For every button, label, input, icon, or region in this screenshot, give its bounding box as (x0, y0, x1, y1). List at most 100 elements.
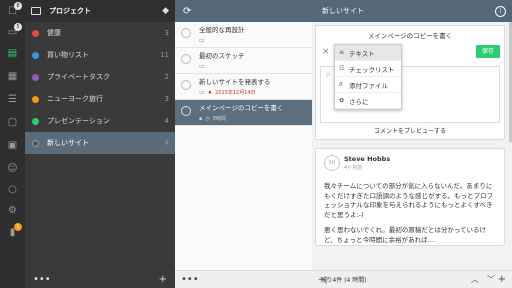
avatar: SH (324, 155, 340, 171)
task-list: ⟳ 全般的な再設計 ▭ 最初のスケッチ ▭ 新しいサイトを発表する ▭ ♦ 20… (175, 0, 312, 288)
task-toolbar: ⟳ (175, 0, 312, 22)
menu-item-text[interactable]: ≡ テキスト (335, 45, 401, 61)
project-item-health[interactable]: 健康 3 (25, 22, 175, 44)
attachment-icon: ∂ (339, 81, 343, 88)
task-row[interactable]: 新しいサイトを発表する ▭ ♦ 2015年12月14日 (175, 74, 312, 100)
notification-icon[interactable]: ▮ 1 (6, 223, 22, 239)
project-label: 新しいサイト (47, 139, 89, 147)
inbox-icon[interactable]: ☐ 8 (6, 2, 22, 18)
project-color-dot (32, 95, 39, 103)
project-count: 2 (164, 73, 169, 81)
detail-project-title: 新しいサイト (322, 7, 364, 15)
task-title: 最初のスケッチ (199, 52, 245, 60)
project-count: 4 (164, 139, 169, 147)
remaining-summary: 残り4件 (4 時間) (320, 277, 367, 284)
bottom-bar: ••• 残り4件 (4 時間) →| ︿ ﹀ + (175, 270, 512, 288)
folder-project-icon[interactable]: ▤ (6, 47, 19, 60)
task-checkbox[interactable] (181, 80, 191, 90)
project-item-private[interactable]: プライベートタスク 2 (25, 66, 175, 88)
checklist-icon: ☷ (339, 65, 345, 72)
task-title: メインページのコピーを書く (199, 104, 284, 112)
inbox-tray-icon[interactable]: ▭ 5 (6, 23, 22, 39)
project-item-presentation[interactable]: プレゼンテーション 4 (25, 110, 175, 132)
chevron-up-icon[interactable]: ︿ (471, 274, 479, 285)
comment-author: Steve Hobbs (344, 155, 391, 163)
icon-rail: ☐ 8 ▭ 5 ▤ ▦ ☰ ▢ ▣ ☺ ○ ⚙ ▮ 1 (0, 0, 25, 288)
list-icon[interactable]: ☰ (6, 93, 19, 106)
project-color-dot (32, 117, 39, 125)
project-count: 3 (164, 95, 169, 103)
project-list: プロジェクト ◆ 健康 3 買い物リスト 11 プライベートタスク 2 ニューヨ… (25, 0, 175, 288)
info-icon[interactable]: i (495, 5, 506, 17)
flame-icon: ♦ (207, 89, 213, 96)
people-icon[interactable]: ☺ (6, 162, 19, 175)
comment-paragraph: 我々チームについての部分が気に入らないんだ。あまりにもくだけすぎた口語調のような… (324, 182, 493, 219)
project-header-title: プロジェクト (49, 7, 91, 15)
menu-item-checklist[interactable]: ☷ チェックリスト (335, 61, 401, 77)
sync-icon[interactable]: ⟳ (183, 6, 191, 17)
project-color-dot (32, 139, 39, 147)
more-icon[interactable]: ••• (33, 274, 51, 285)
project-item-shopping[interactable]: 買い物リスト 11 (25, 44, 175, 66)
project-item-newyork[interactable]: ニューヨーク旅行 3 (25, 88, 175, 110)
project-label: 買い物リスト (47, 51, 89, 59)
project-footer: ••• + (25, 270, 175, 288)
search-icon[interactable]: ○ (6, 183, 19, 196)
chevron-down-icon[interactable]: ﹀ (487, 274, 495, 285)
comment-card: SH Steve Hobbs 4ヶ月前 我々チームについての部分が気に入らないん… (315, 148, 505, 246)
project-label: ニューヨーク旅行 (47, 95, 103, 103)
project-color-dot (32, 29, 39, 37)
task-row-selected[interactable]: メインページのコピーを書く ▪ ◷ 8時間 (175, 100, 312, 126)
project-header: プロジェクト ◆ (25, 0, 175, 22)
editor-text: テ (325, 72, 332, 79)
project-color-dot (32, 51, 39, 59)
comment-icon: ▭ (199, 63, 205, 70)
task-estimate: 8時間 (212, 116, 226, 122)
tray-badge: 5 (14, 23, 22, 31)
text-icon: ≡ (339, 49, 345, 56)
comment-icon: ▭ (199, 37, 205, 44)
task-row[interactable]: 全般的な再設計 ▭ (175, 22, 312, 48)
add-project-button[interactable]: + (159, 274, 167, 285)
task-due-date: 2015年12月14日 (215, 90, 256, 96)
project-count: 11 (160, 51, 169, 59)
project-label: プレゼンテーション (47, 117, 110, 125)
project-label: 健康 (47, 29, 61, 37)
menu-item-attachment[interactable]: ∂ 添付ファイル (335, 77, 401, 93)
preview-comment-link[interactable]: コメントをプレビューする (316, 126, 504, 135)
project-color-dot (32, 73, 39, 81)
menu-item-label: チェックリスト (349, 65, 395, 74)
task-title: 全般的な再設計 (199, 26, 245, 34)
task-checkbox[interactable] (181, 54, 191, 64)
menu-item-label: さらに (349, 97, 369, 106)
folder-icon (31, 7, 41, 15)
comment-body: 我々チームについての部分が気に入らないんだ。あまりにもくだけすぎた口語調のような… (324, 182, 498, 251)
close-icon[interactable]: × (322, 47, 330, 57)
menu-item-label: 添付ファイル (349, 81, 388, 90)
send-icon[interactable]: →| (318, 275, 327, 284)
task-row[interactable]: 最初のスケッチ ▭ (175, 48, 312, 74)
comment-paragraph: 悪く思わないでくれ。最初の原稿だとは分かっているけど、ちょっと今時間に余裕があれ… (324, 226, 487, 244)
task-title: 新しいサイトを発表する (199, 78, 271, 86)
insert-menu: ≡ テキスト ☷ チェックリスト ∂ 添付ファイル ✿ さらに (334, 44, 402, 110)
gear-icon[interactable]: ⚙ (6, 204, 19, 217)
chat-icon[interactable]: ▢ (6, 116, 19, 129)
task-checkbox[interactable] (181, 28, 191, 38)
calendar-icon[interactable]: ▦ (6, 70, 19, 83)
inbox-badge: 8 (14, 2, 22, 10)
project-count: 4 (164, 117, 169, 125)
composer-title: メインページのコピーを書く (367, 32, 453, 40)
comment-icon: ▪ (199, 115, 203, 122)
clock-icon: ◷ (205, 115, 210, 122)
comment-icon: ▭ (199, 89, 205, 96)
save-button[interactable]: 保存 (476, 45, 500, 58)
detail-header: 新しいサイト i (312, 0, 512, 22)
comment-time: 4ヶ月前 (344, 165, 363, 171)
briefcase-icon[interactable]: ▣ (6, 139, 19, 152)
notification-badge: 1 (14, 223, 22, 231)
project-item-newsite[interactable]: 新しいサイト 4 (25, 132, 175, 154)
menu-item-label: テキスト (349, 49, 375, 58)
task-checkbox[interactable] (181, 106, 191, 116)
tag-icon[interactable]: ◆ (162, 6, 169, 16)
menu-item-more[interactable]: ✿ さらに (335, 93, 401, 109)
